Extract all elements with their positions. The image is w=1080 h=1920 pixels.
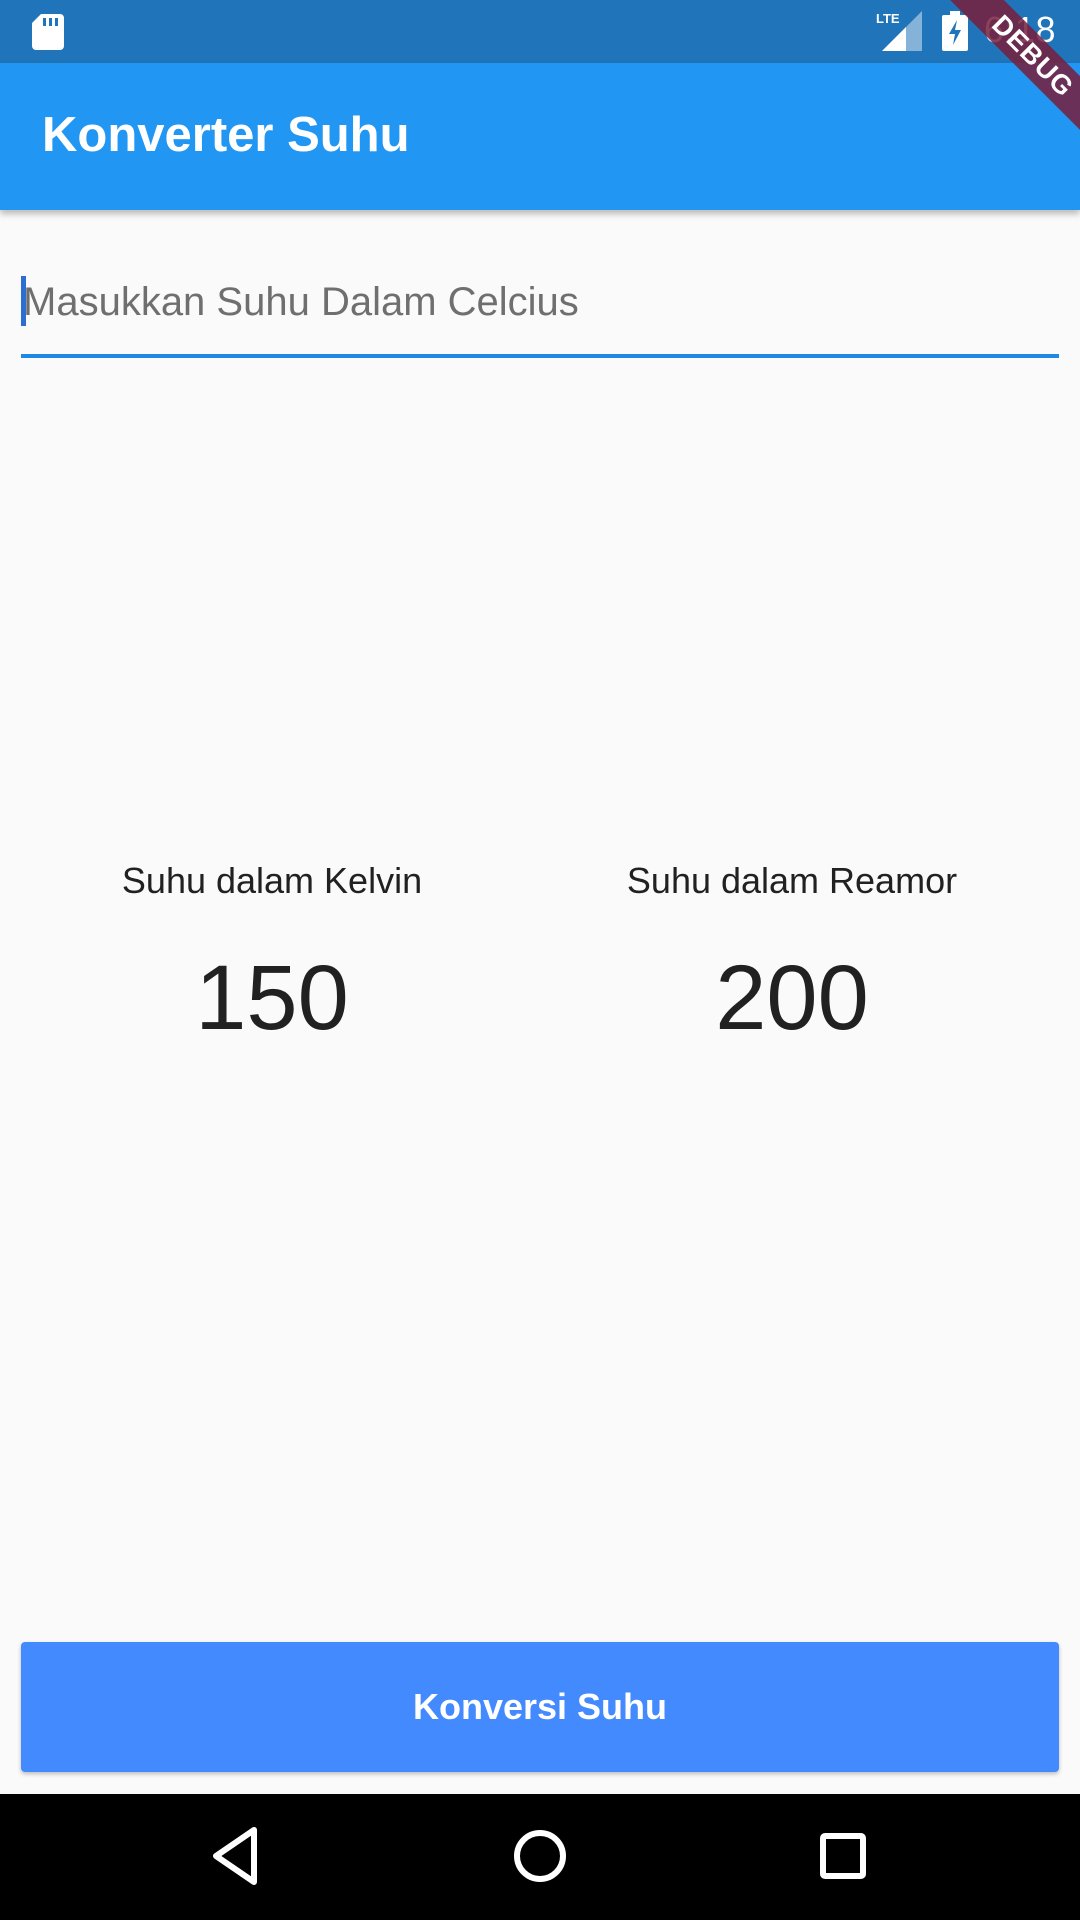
sd-card-icon xyxy=(32,14,64,50)
kelvin-result: Suhu dalam Kelvin 150 xyxy=(2,860,542,1044)
page-title: Konverter Suhu xyxy=(42,108,410,162)
back-icon[interactable] xyxy=(200,1820,272,1892)
celsius-input-field[interactable] xyxy=(21,250,1059,360)
status-bar: LTE 6:18 xyxy=(0,0,1080,63)
home-icon[interactable] xyxy=(504,1820,576,1892)
reamor-label: Suhu dalam Reamor xyxy=(626,860,958,901)
text-cursor xyxy=(21,276,26,326)
kelvin-label: Suhu dalam Kelvin xyxy=(121,860,423,901)
recents-icon[interactable] xyxy=(807,1820,879,1892)
network-label: LTE xyxy=(876,11,900,26)
input-underline xyxy=(21,354,1059,358)
kelvin-value: 150 xyxy=(195,947,349,1049)
lte-signal-icon: LTE xyxy=(876,11,922,51)
app-bar: Konverter Suhu xyxy=(0,63,1080,210)
reamor-value: 200 xyxy=(715,947,869,1049)
battery-charging-icon xyxy=(942,11,968,51)
celsius-input[interactable] xyxy=(21,250,1059,354)
navigation-bar xyxy=(0,1794,1080,1920)
convert-button[interactable]: Konversi Suhu xyxy=(21,1642,1059,1772)
status-time: 6:18 xyxy=(984,9,1057,50)
reamor-result: Suhu dalam Reamor 200 xyxy=(522,860,1062,1044)
